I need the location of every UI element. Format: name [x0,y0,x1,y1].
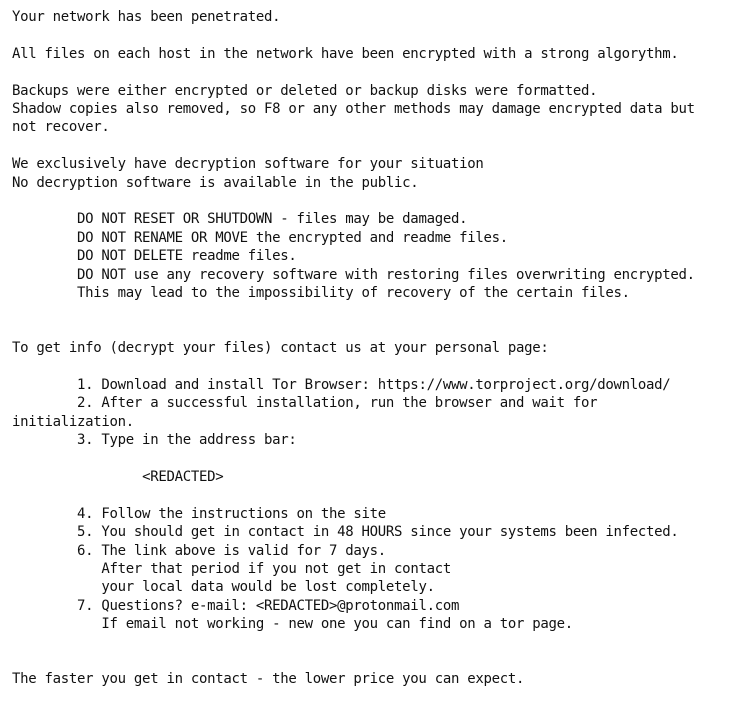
ransom-note-text: Your network has been penetrated. All fil… [12,8,748,689]
warning-line: DO NOT RENAME OR MOVE the encrypted and … [12,229,508,246]
closing-line: The faster you get in contact - the lowe… [12,671,525,688]
address-line: <REDACTED> [12,469,224,486]
note-line: All files on each host in the network ha… [12,45,679,62]
note-line: Your network has been penetrated. [12,9,281,25]
instruction-line: 4. Follow the instructions on the site [12,505,386,522]
instruction-line: 1. Download and install Tor Browser: htt… [12,377,671,394]
instruction-line: 2. After a successful installation, run … [12,395,598,412]
instruction-line: 6. The link above is valid for 7 days. [12,542,386,559]
note-line: We exclusively have decryption software … [12,156,484,173]
note-line: Shadow copies also removed, so F8 or any… [12,101,695,117]
note-line: To get info (decrypt your files) contact… [12,340,549,357]
instruction-line: 3. Type in the address bar: [12,432,297,449]
note-line: Backups were either encrypted or deleted… [12,82,598,99]
warning-line: This may lead to the impossibility of re… [12,285,630,302]
instruction-line: 5. You should get in contact in 48 HOURS… [12,524,679,541]
warning-line: DO NOT RESET OR SHUTDOWN - files may be … [12,211,468,228]
warning-line: DO NOT use any recovery software with re… [12,266,695,283]
instruction-line: After that period if you not get in cont… [12,561,451,578]
note-line: not recover. [12,119,110,136]
instruction-line: your local data would be lost completely… [12,579,435,596]
instruction-line: initialization. [12,413,134,430]
note-line: No decryption software is available in t… [12,174,419,191]
instruction-line: 7. Questions? e-mail: <REDACTED>@protonm… [12,597,460,614]
warning-line: DO NOT DELETE readme files. [12,248,297,265]
instruction-line: If email not working - new one you can f… [12,616,573,633]
